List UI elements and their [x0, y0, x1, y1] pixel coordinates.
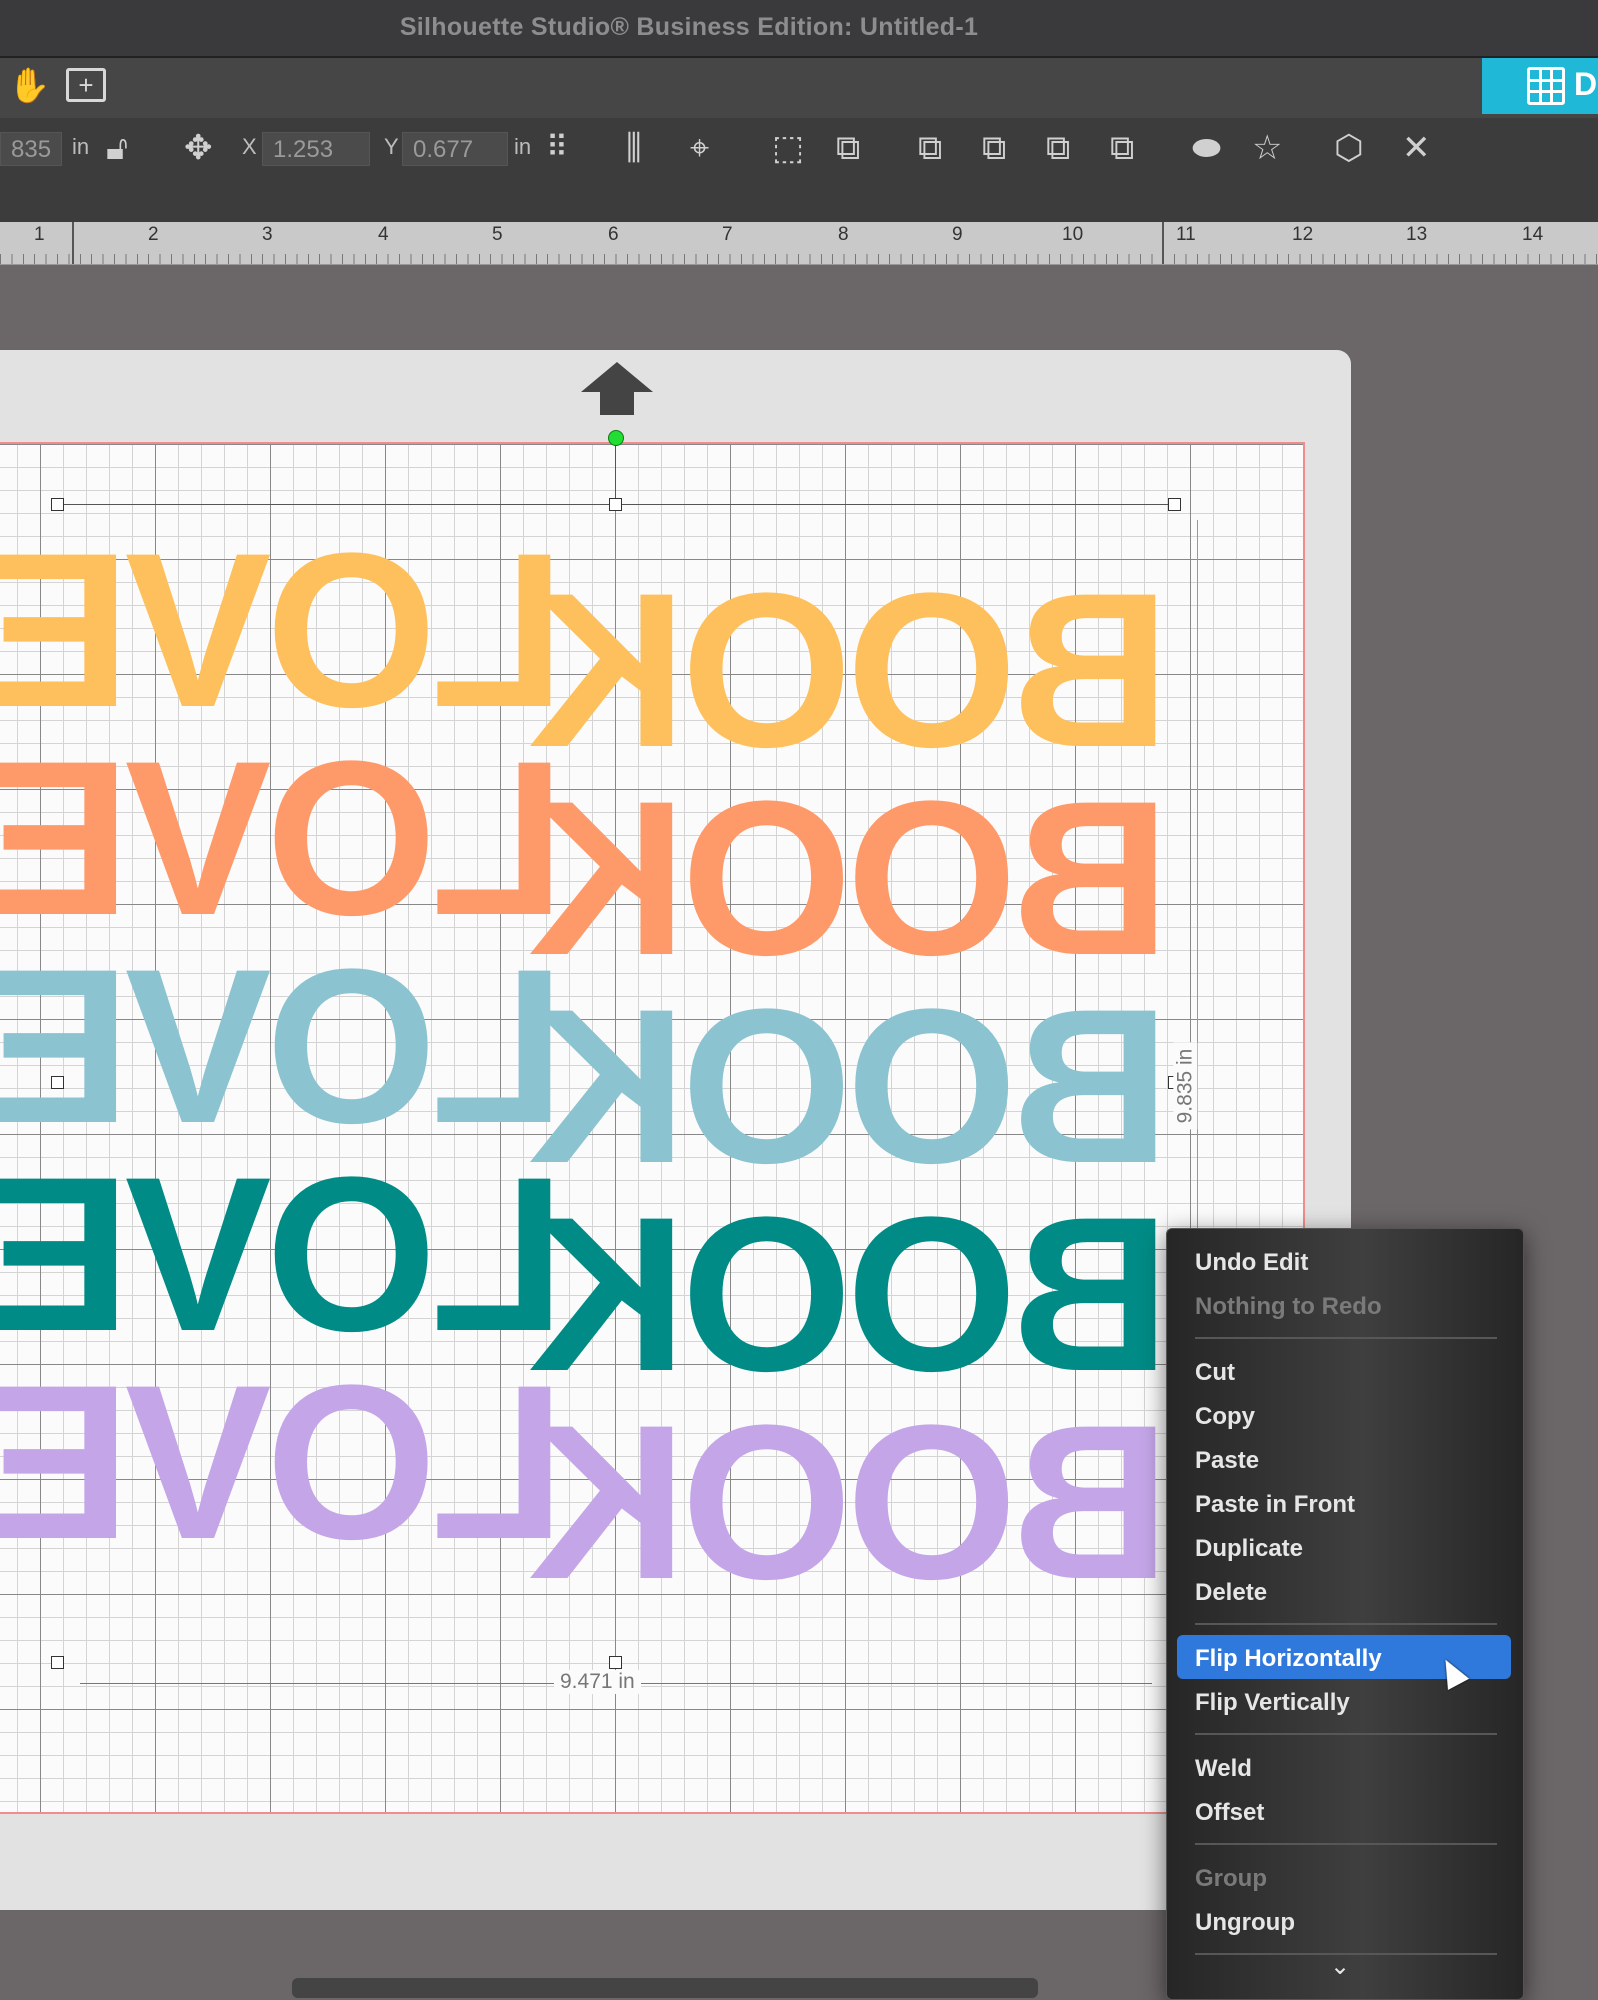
word-lover: LOVER [0, 715, 565, 961]
menu-weld[interactable]: Weld [1195, 1755, 1252, 1783]
ruler-number: 10 [1062, 224, 1084, 245]
star-icon[interactable]: ☆ [1252, 126, 1282, 170]
rotation-handle[interactable] [608, 430, 624, 446]
send-backward-icon[interactable]: ⧉ [1046, 126, 1070, 170]
menu-separator [1195, 1623, 1497, 1625]
hand-icon[interactable]: ✋ [8, 66, 50, 106]
ruler-number: 9 [952, 224, 963, 245]
menu-delete[interactable]: Delete [1195, 1579, 1267, 1607]
title-bar: Silhouette Studio® Business Edition: Unt… [0, 0, 1598, 58]
eraser-icon[interactable]: ⬬ [1192, 126, 1221, 170]
horizontal-ruler: 1 2 3 4 5 6 7 8 9 10 11 12 13 14 [0, 222, 1598, 265]
feed-direction-arrow-icon [581, 362, 653, 392]
center-icon[interactable]: ⌖ [690, 126, 709, 170]
menu-cut[interactable]: Cut [1195, 1359, 1235, 1387]
x-position-field[interactable]: 1.253 [262, 132, 370, 166]
ruler-number: 5 [492, 224, 503, 245]
menu-copy[interactable]: Copy [1195, 1403, 1255, 1431]
top-toolbar: ✋ + [0, 58, 1598, 118]
resize-handle-bottom[interactable] [609, 1656, 622, 1669]
zoom-fit-icon[interactable]: + [66, 68, 106, 102]
ruler-number: 1 [34, 224, 45, 245]
ungroup-icon[interactable]: ⧉ [836, 126, 860, 170]
word-row-4[interactable]: LOVER BOOK [0, 1131, 1170, 1417]
width-unit-label: in [72, 134, 90, 159]
ruler-number: 7 [722, 224, 733, 245]
ruler-number: 6 [608, 224, 619, 245]
word-lover: LOVER [0, 1131, 565, 1377]
ruler-number: 3 [262, 224, 273, 245]
align-icon[interactable]: ⫼ [626, 126, 642, 170]
ruler-number: 2 [148, 224, 159, 245]
bring-forward-icon[interactable]: ⧉ [982, 126, 1006, 170]
y-position-field[interactable]: 0.677 [402, 132, 508, 166]
word-lover: LOVER [0, 923, 565, 1169]
menu-redo: Nothing to Redo [1195, 1293, 1382, 1320]
send-back-icon[interactable]: ⧉ [1110, 126, 1134, 170]
context-menu: Undo Edit Nothing to Redo Cut Copy Paste… [1166, 1228, 1524, 2000]
menu-flip-horizontally[interactable]: Flip Horizontally [1195, 1645, 1382, 1673]
menu-paste[interactable]: Paste [1195, 1447, 1259, 1475]
ruler-number: 13 [1406, 224, 1428, 245]
height-dimension-label: 9.835 in [1173, 1042, 1198, 1130]
menu-duplicate[interactable]: Duplicate [1195, 1535, 1303, 1563]
word-row-1[interactable]: LOVER BOOK [0, 507, 1170, 793]
menu-paste-in-front[interactable]: Paste in Front [1195, 1491, 1355, 1519]
word-lover: LOVER [0, 1339, 565, 1585]
menu-undo-edit[interactable]: Undo Edit [1195, 1249, 1308, 1277]
menu-ungroup[interactable]: Ungroup [1195, 1909, 1295, 1937]
position-unit-label: in [514, 134, 532, 159]
word-row-5[interactable]: LOVER BOOK [0, 1339, 1170, 1625]
resize-handle-top[interactable] [609, 498, 622, 511]
y-label: Y [384, 134, 399, 159]
move-icon: ✥ [184, 129, 213, 167]
menu-group: Group [1195, 1865, 1267, 1892]
word-row-3[interactable]: LOVER BOOK [0, 923, 1170, 1209]
resize-handle-bottom-left[interactable] [51, 1656, 64, 1669]
tab-design-label: D [1574, 66, 1598, 102]
feed-arrow-stem [600, 391, 634, 415]
ruler-number: 14 [1522, 224, 1544, 245]
3d-box-icon[interactable]: ⬡ [1334, 126, 1364, 170]
menu-flip-vertically[interactable]: Flip Vertically [1195, 1689, 1350, 1717]
rotation-handle-line [615, 444, 616, 504]
group-icon[interactable]: ⬚ [772, 126, 804, 170]
menu-separator [1195, 1337, 1497, 1339]
tab-design[interactable]: D [1482, 58, 1598, 114]
menu-separator [1195, 1843, 1497, 1845]
grid-icon [1527, 67, 1565, 105]
word-book: BOOK [534, 1379, 1170, 1625]
ruler-number: 4 [378, 224, 389, 245]
ruler-number: 12 [1292, 224, 1314, 245]
x-label: X [242, 134, 257, 159]
resize-handle-top-right[interactable] [1168, 498, 1181, 511]
chevron-down-icon[interactable]: ⌄ [1330, 1952, 1350, 1981]
width-dimension-label: 9.471 in [554, 1670, 641, 1694]
horizontal-scrollbar[interactable] [292, 1978, 1038, 1998]
toolbar-gap [0, 182, 1598, 222]
close-icon[interactable]: ✕ [1402, 126, 1431, 170]
lock-aspect-icon[interactable]: 🔓︎ [106, 126, 128, 170]
menu-separator [1195, 1733, 1497, 1735]
bring-front-icon[interactable]: ⧉ [918, 126, 942, 170]
width-field[interactable]: 835 [0, 132, 62, 166]
window-title: Silhouette Studio® Business Edition: Unt… [399, 13, 979, 41]
menu-offset[interactable]: Offset [1195, 1799, 1264, 1827]
ruler-number: 8 [838, 224, 849, 245]
grid-dots-icon[interactable]: ⠿ [546, 126, 568, 170]
word-lover: LOVER [0, 507, 565, 753]
ruler-number: 11 [1176, 224, 1196, 245]
word-row-2[interactable]: LOVER BOOK [0, 715, 1170, 1001]
